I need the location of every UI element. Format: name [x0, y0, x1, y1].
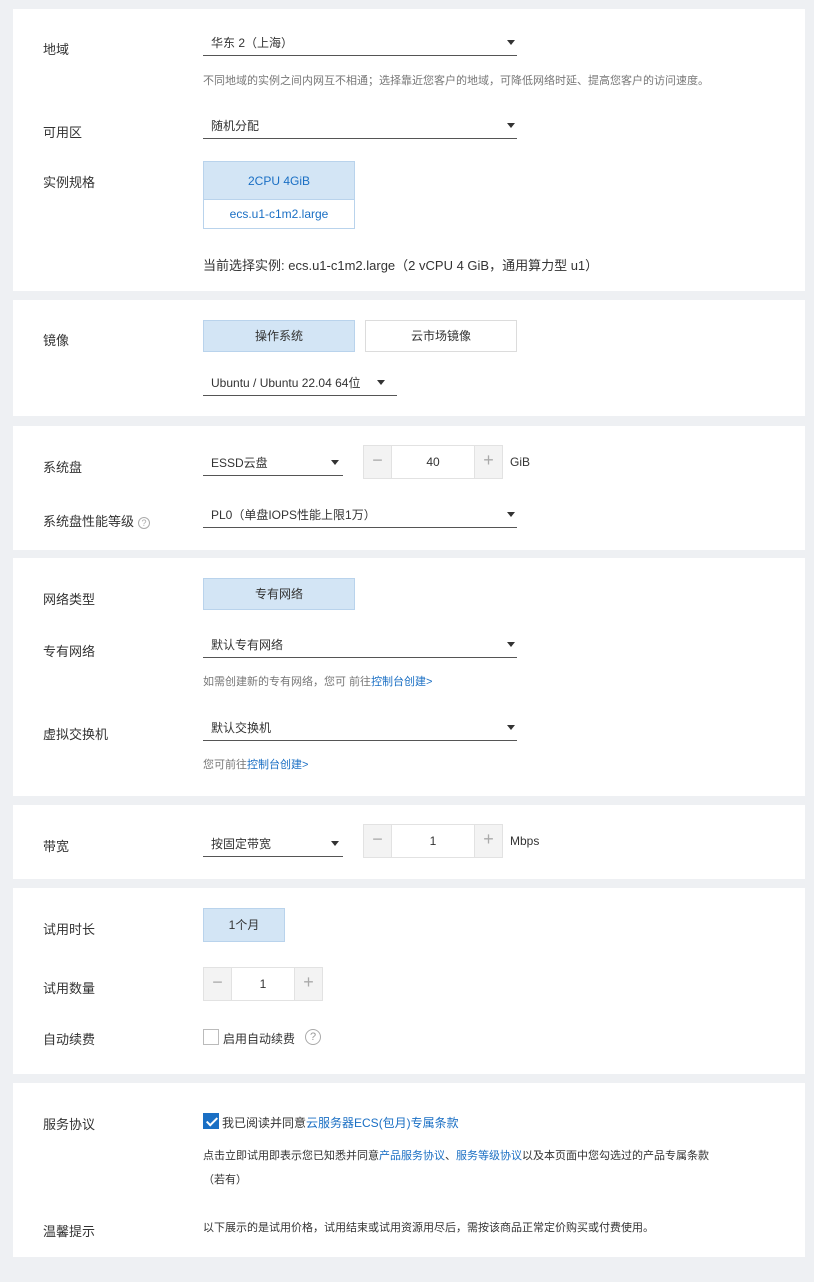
zone-label: 可用区	[43, 125, 83, 140]
network-card: 网络类型 专有网络 专有网络 默认专有网络 如需创建新的专有网络，您可 前往控制…	[13, 558, 805, 796]
trial-qty-label: 试用数量	[43, 981, 96, 996]
bandwidth-value: 1	[429, 834, 437, 848]
vswitch-value: 默认交换机	[211, 721, 272, 735]
help-icon[interactable]: ?	[138, 516, 151, 529]
vpc-hint: 如需创建新的专有网络，您可 前往控制台创建>	[203, 673, 433, 689]
agreement-checkbox[interactable]	[203, 1113, 219, 1129]
trial-qty-stepper[interactable]: − 1 +	[203, 967, 323, 1001]
auto-renew-checkbox[interactable]	[203, 1029, 219, 1045]
vswitch-hint: 您可前往控制台创建>	[203, 756, 308, 772]
agreement-note-sep: 、	[445, 1150, 456, 1162]
agreement-note-2: 以及本页面中您勾选过的产品专属条款	[522, 1150, 709, 1162]
region-select[interactable]: 华东 2（上海）	[203, 30, 517, 56]
agreement-note-3: （若有）	[203, 1174, 247, 1186]
minus-icon[interactable]: −	[364, 446, 392, 478]
agreement-check-text: 我已阅读并同意云服务器ECS(包月)专属条款	[222, 1114, 459, 1131]
agreement-note: 点击立即试用即表示您已知悉并同意产品服务协议、服务等级协议以及本页面中您勾选过的…	[203, 1147, 709, 1163]
chevron-down-icon	[507, 725, 515, 730]
vswitch-label: 虚拟交换机	[43, 727, 109, 742]
vpc-hint-text: 如需创建新的专有网络，您可 前往	[203, 676, 372, 688]
chevron-down-icon	[507, 40, 515, 45]
chevron-down-icon	[377, 380, 385, 385]
trial-card: 试用时长 1个月 试用数量 − 1 + 自动续费 启用自动续费 ?	[13, 888, 805, 1074]
plus-icon[interactable]: +	[474, 446, 502, 478]
disk-perf-select[interactable]: PL0（单盘IOPS性能上限1万）	[203, 502, 517, 528]
help-icon[interactable]: ?	[305, 1029, 321, 1045]
disk-card: 系统盘 ESSD云盘 − 40 + GiB 系统盘性能等级? PL0（单盘IOP…	[13, 426, 805, 550]
image-value: Ubuntu / Ubuntu 22.04 64位	[211, 376, 361, 390]
instance-spec: 2CPU 4GiB	[204, 162, 354, 200]
zone-value: 随机分配	[211, 119, 260, 133]
bandwidth-mode-value: 按固定带宽	[211, 837, 272, 851]
bandwidth-card: 带宽 按固定带宽 − 1 + Mbps	[13, 805, 805, 879]
network-type-vpc[interactable]: 专有网络	[203, 578, 355, 610]
disk-type-select[interactable]: ESSD云盘	[203, 450, 343, 476]
disk-label: 系统盘	[43, 460, 83, 475]
tip-text: 以下展示的是试用价格，试用结束或试用资源用尽后，需按该商品正常定价购买或付费使用…	[203, 1222, 654, 1234]
disk-size-stepper[interactable]: − 40 +	[363, 445, 503, 479]
plus-icon[interactable]: +	[294, 968, 322, 1000]
trial-duration-label: 试用时长	[43, 922, 96, 937]
trial-qty-value: 1	[259, 977, 267, 991]
vpc-value: 默认专有网络	[211, 638, 284, 652]
disk-perf-label-text: 系统盘性能等级	[43, 514, 135, 529]
auto-renew-label: 自动续费	[43, 1032, 96, 1047]
ecs-terms-link[interactable]: 云服务器ECS(包月)专属条款	[306, 1116, 459, 1130]
chevron-down-icon	[507, 123, 515, 128]
disk-size-unit: GiB	[510, 455, 531, 469]
bandwidth-label: 带宽	[43, 839, 70, 854]
chevron-down-icon	[507, 642, 515, 647]
instance-option-card[interactable]: 2CPU 4GiB ecs.u1-c1m2.large	[203, 161, 355, 229]
image-card: 镜像 操作系统 云市场镜像 Ubuntu / Ubuntu 22.04 64位	[13, 300, 805, 416]
auto-renew-text[interactable]: 启用自动续费	[223, 1030, 295, 1047]
region-label: 地域	[43, 42, 70, 57]
network-type-label: 网络类型	[43, 592, 96, 607]
image-label: 镜像	[43, 333, 70, 348]
sla-link[interactable]: 服务等级协议	[456, 1150, 522, 1162]
image-select[interactable]: Ubuntu / Ubuntu 22.04 64位	[203, 370, 397, 396]
vpc-label: 专有网络	[43, 644, 96, 659]
disk-perf-label: 系统盘性能等级?	[43, 511, 151, 530]
instance-type: ecs.u1-c1m2.large	[229, 207, 329, 221]
disk-perf-value: PL0（单盘IOPS性能上限1万）	[211, 508, 376, 522]
instance-current: 当前选择实例: ecs.u1-c1m2.large（2 vCPU 4 GiB，通…	[203, 258, 599, 273]
agreement-card: 服务协议 我已阅读并同意云服务器ECS(包月)专属条款 点击立即试用即表示您已知…	[13, 1083, 805, 1257]
trial-duration-1month[interactable]: 1个月	[203, 908, 285, 942]
vpc-create-link[interactable]: 控制台创建>	[371, 676, 432, 688]
disk-size-value: 40	[426, 455, 440, 469]
instance-label: 实例规格	[43, 175, 96, 190]
agreement-note-1: 点击立即试用即表示您已知悉并同意	[203, 1150, 379, 1162]
chevron-down-icon	[331, 460, 339, 465]
bandwidth-unit: Mbps	[510, 834, 540, 848]
minus-icon[interactable]: −	[204, 968, 232, 1000]
vswitch-select[interactable]: 默认交换机	[203, 715, 517, 741]
bandwidth-stepper[interactable]: − 1 +	[363, 824, 503, 858]
bandwidth-mode-select[interactable]: 按固定带宽	[203, 831, 343, 857]
vpc-select[interactable]: 默认专有网络	[203, 632, 517, 658]
disk-type-value: ESSD云盘	[211, 456, 268, 470]
zone-select[interactable]: 随机分配	[203, 113, 517, 139]
service-agreement-link[interactable]: 产品服务协议	[379, 1150, 445, 1162]
tip-label: 温馨提示	[43, 1224, 96, 1239]
chevron-down-icon	[331, 841, 339, 846]
tab-marketplace[interactable]: 云市场镜像	[365, 320, 517, 352]
minus-icon[interactable]: −	[364, 825, 392, 857]
agreement-check-prefix: 我已阅读并同意	[222, 1116, 307, 1130]
region-hint: 不同地域的实例之间内网互不相通；选择靠近您客户的地域，可降低网络时延、提高您客户…	[203, 75, 709, 87]
agreement-label: 服务协议	[43, 1117, 96, 1132]
chevron-down-icon	[507, 512, 515, 517]
tab-os[interactable]: 操作系统	[203, 320, 355, 352]
vswitch-create-link[interactable]: 控制台创建>	[247, 759, 308, 771]
plus-icon[interactable]: +	[474, 825, 502, 857]
region-value: 华东 2（上海）	[211, 36, 294, 50]
vswitch-hint-text: 您可前往	[203, 759, 247, 771]
region-card: 地域 华东 2（上海） 不同地域的实例之间内网互不相通；选择靠近您客户的地域，可…	[13, 9, 805, 291]
